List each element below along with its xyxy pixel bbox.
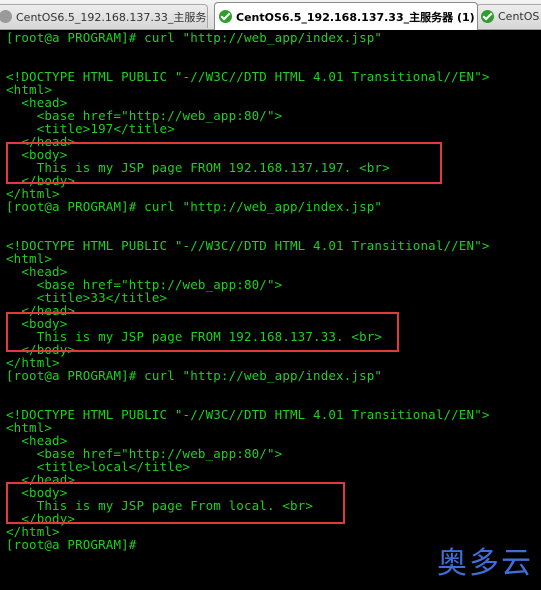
terminal-line: <!DOCTYPE HTML PUBLIC "-//W3C//DTD HTML … bbox=[6, 238, 490, 253]
terminal-line: <!DOCTYPE HTML PUBLIC "-//W3C//DTD HTML … bbox=[6, 407, 490, 422]
connected-check-icon bbox=[481, 10, 494, 23]
terminal-line: [root@a PROGRAM]# curl "http://web_app/i… bbox=[6, 368, 383, 383]
tab-label: CentOS6.5_192.168.137.33_主服务器 (1) bbox=[236, 10, 475, 24]
tab-session-3[interactable]: CentOS bbox=[476, 4, 541, 28]
terminal-line: <!DOCTYPE HTML PUBLIC "-//W3C//DTD HTML … bbox=[6, 69, 490, 84]
highlight-box-33 bbox=[6, 312, 399, 352]
highlight-box-local bbox=[6, 482, 345, 524]
tab-bar: CentOS6.5_192.168.137.33_主服务器 CentOS Cen… bbox=[0, 0, 541, 30]
tab-label: CentOS bbox=[498, 10, 540, 23]
tab-label: CentOS6.5_192.168.137.33_主服务器 bbox=[16, 10, 208, 24]
terminal-line: [root@a PROGRAM]# curl "http://web_app/i… bbox=[6, 30, 383, 45]
terminal-line: [root@a PROGRAM]# bbox=[6, 537, 137, 552]
tab-session-2[interactable]: CentOS6.5_192.168.137.33_主服务器 (1) × bbox=[214, 2, 478, 30]
session-status-icon bbox=[0, 10, 12, 23]
terminal-line: [root@a PROGRAM]# curl "http://web_app/i… bbox=[6, 199, 383, 214]
watermark-logo: 奥多云 bbox=[437, 546, 533, 581]
connected-check-icon bbox=[219, 10, 232, 23]
terminal-output[interactable]: [root@a PROGRAM]# curl "http://web_app/i… bbox=[0, 30, 541, 590]
tab-session-1[interactable]: CentOS6.5_192.168.137.33_主服务器 bbox=[0, 4, 208, 28]
highlight-box-197 bbox=[6, 142, 442, 184]
